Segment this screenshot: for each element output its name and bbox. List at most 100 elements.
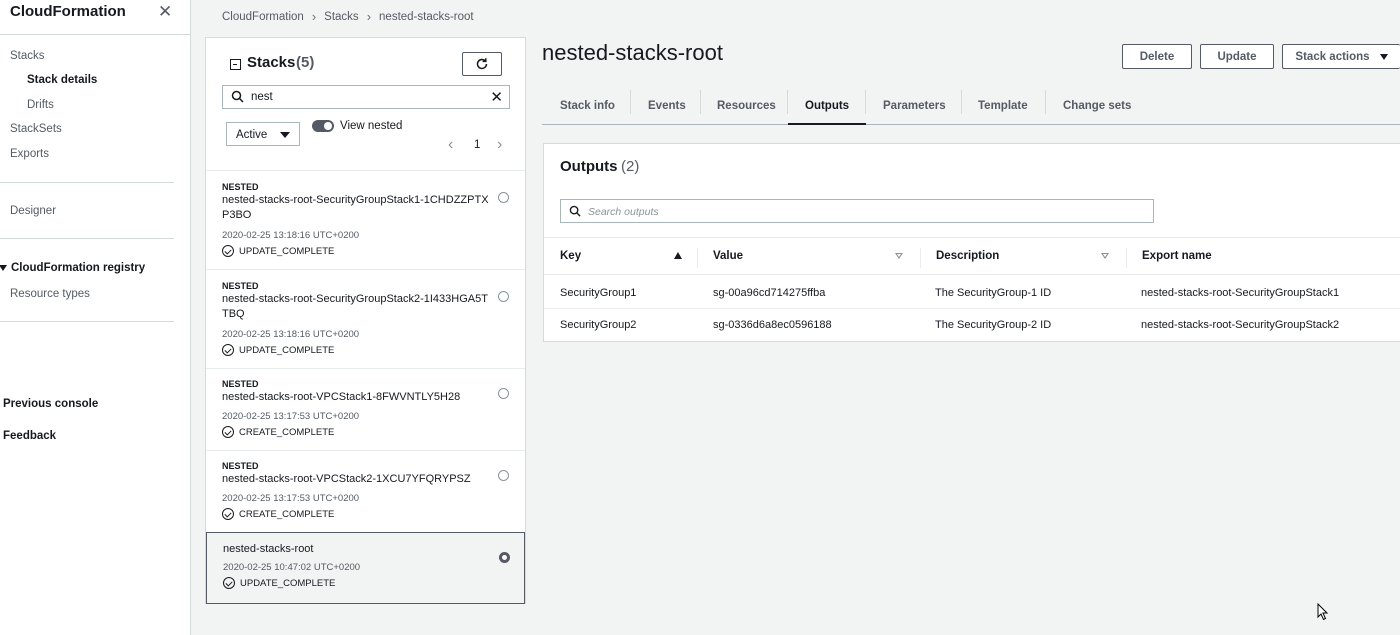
delete-button[interactable]: Delete — [1122, 44, 1192, 69]
tab-change-sets[interactable]: Change sets — [1063, 88, 1131, 124]
cell-key: SecurityGroup2 — [560, 319, 637, 331]
view-nested-toggle[interactable] — [312, 120, 334, 132]
nav-item-resource-types[interactable]: Resource types — [10, 288, 90, 300]
table-row: SecurityGroup2 sg-0336d6a8ec0596188 The … — [544, 309, 1400, 341]
nav-item-stack-details[interactable]: Stack details — [27, 74, 97, 86]
page-number[interactable]: 1 — [474, 139, 480, 151]
service-title[interactable]: CloudFormation — [10, 3, 126, 20]
stack-radio[interactable] — [498, 291, 509, 302]
table-header: Key Value Description Export name — [544, 237, 1400, 275]
nested-label: NESTED — [222, 182, 259, 192]
cell-key: SecurityGroup1 — [560, 287, 637, 299]
divider — [0, 321, 174, 322]
stack-date: 2020-02-25 13:17:53 UTC+0200 — [222, 411, 360, 422]
stack-actions-label: Stack actions — [1295, 50, 1370, 63]
tab-parameters[interactable]: Parameters — [883, 88, 946, 124]
chevron-left-icon[interactable]: ‹ — [448, 136, 453, 154]
refresh-icon — [476, 58, 488, 70]
search-icon — [231, 90, 244, 103]
cell-export-name: nested-stacks-root-SecurityGroupStack1 — [1141, 287, 1340, 299]
caret-down-icon — [280, 132, 290, 138]
outputs-panel: Outputs (2) Search outputs Key Value Des… — [543, 143, 1400, 342]
check-circle-icon — [223, 577, 235, 589]
stack-status: CREATE_COMPLETE — [222, 508, 334, 520]
stack-radio[interactable] — [498, 192, 509, 203]
nav-item-exports[interactable]: Exports — [10, 148, 49, 160]
column-resizer[interactable] — [697, 248, 698, 268]
stacks-heading: Stacks — [247, 54, 296, 71]
column-description[interactable]: Description — [936, 250, 999, 262]
column-resizer[interactable] — [920, 248, 921, 268]
nav-item-feedback[interactable]: Feedback — [3, 430, 56, 442]
tab-events[interactable]: Events — [648, 88, 686, 124]
side-navigation: CloudFormation ✕ Stacks Stack details Dr… — [0, 0, 191, 635]
caret-down-icon[interactable] — [0, 265, 7, 271]
stack-status: CREATE_COMPLETE — [222, 426, 334, 438]
sort-icon[interactable] — [895, 253, 903, 259]
nav-section-registry[interactable]: CloudFormation registry — [11, 262, 145, 274]
stack-radio[interactable] — [499, 552, 510, 563]
nav-item-drifts[interactable]: Drifts — [27, 99, 54, 111]
stack-radio[interactable] — [498, 470, 509, 481]
nav-item-stacksets[interactable]: StackSets — [10, 123, 62, 135]
collapse-icon[interactable] — [230, 59, 241, 70]
stack-date: 2020-02-25 10:47:02 UTC+0200 — [223, 562, 361, 573]
cell-description: The SecurityGroup-1 ID — [935, 287, 1052, 299]
stack-list-panel: Stacks (5) nest ✕ Active View nested ‹ 1… — [205, 37, 526, 604]
sort-ascending-icon[interactable] — [674, 252, 682, 259]
clear-icon[interactable]: ✕ — [490, 88, 503, 106]
stack-radio[interactable] — [498, 388, 509, 399]
nav-item-designer[interactable]: Designer — [10, 205, 56, 217]
stack-date: 2020-02-25 13:17:53 UTC+0200 — [222, 493, 360, 504]
check-circle-icon — [222, 426, 234, 438]
stack-list-item[interactable]: NESTED nested-stacks-root-VPCStack2-1XCU… — [206, 450, 525, 532]
status-filter-select[interactable]: Active — [226, 122, 300, 146]
refresh-button[interactable] — [462, 52, 502, 76]
stack-actions-button[interactable]: Stack actions — [1282, 44, 1400, 69]
breadcrumb-cloudformation[interactable]: CloudFormation — [222, 11, 304, 23]
check-circle-icon — [222, 245, 234, 257]
stack-list-item[interactable]: NESTED nested-stacks-root-VPCStack1-8FWV… — [206, 368, 525, 450]
stack-name[interactable]: nested-stacks-root-VPCStack1-8FWVNTLY5H2… — [222, 390, 492, 405]
divider — [0, 182, 174, 183]
view-nested-label: View nested — [340, 120, 403, 132]
breadcrumb-current: nested-stacks-root — [379, 10, 474, 23]
tab-template[interactable]: Template — [978, 88, 1028, 124]
outputs-search-input[interactable]: Search outputs — [560, 199, 1154, 223]
stack-name[interactable]: nested-stacks-root-VPCStack2-1XCU7YFQRYP… — [222, 472, 492, 487]
divider — [0, 238, 174, 239]
breadcrumb-stacks[interactable]: Stacks — [324, 11, 359, 23]
stacks-count: (5) — [296, 54, 315, 71]
cell-export-name: nested-stacks-root-SecurityGroupStack2 — [1141, 319, 1340, 331]
check-circle-icon — [222, 344, 234, 356]
nested-label: NESTED — [222, 379, 259, 389]
stack-name[interactable]: nested-stacks-root-SecurityGroupStack1-1… — [222, 193, 492, 223]
close-icon[interactable]: ✕ — [158, 2, 172, 22]
stack-search-input[interactable]: nest ✕ — [222, 85, 510, 109]
nav-item-previous-console[interactable]: Previous console — [3, 398, 98, 410]
chevron-right-icon: › — [366, 9, 372, 24]
tab-outputs[interactable]: Outputs — [788, 88, 867, 125]
chevron-right-icon[interactable]: › — [497, 136, 502, 154]
column-value[interactable]: Value — [713, 250, 743, 262]
stack-list-item[interactable]: NESTED nested-stacks-root-SecurityGroupS… — [206, 170, 525, 270]
stack-list-item-selected[interactable]: nested-stacks-root 2020-02-25 10:47:02 U… — [206, 532, 525, 604]
stack-list-item[interactable]: NESTED nested-stacks-root-SecurityGroupS… — [206, 269, 525, 368]
cell-description: The SecurityGroup-2 ID — [935, 319, 1052, 331]
column-resizer[interactable] — [1126, 248, 1127, 268]
column-key[interactable]: Key — [560, 250, 581, 262]
nav-item-stacks[interactable]: Stacks — [10, 50, 45, 62]
search-icon — [569, 205, 581, 217]
tab-resources[interactable]: Resources — [717, 88, 776, 124]
tab-stack-info[interactable]: Stack info — [560, 88, 615, 124]
breadcrumb: CloudFormation › Stacks › nested-stacks-… — [222, 9, 474, 24]
tab-separator — [630, 90, 631, 114]
stack-name[interactable]: nested-stacks-root-SecurityGroupStack2-1… — [222, 292, 492, 322]
stack-date: 2020-02-25 13:18:16 UTC+0200 — [222, 329, 360, 340]
check-circle-icon — [222, 508, 234, 520]
sort-icon[interactable] — [1101, 253, 1109, 259]
update-button[interactable]: Update — [1200, 44, 1274, 69]
tab-separator — [865, 90, 866, 114]
stack-name[interactable]: nested-stacks-root — [223, 542, 493, 557]
column-export-name[interactable]: Export name — [1142, 250, 1212, 262]
